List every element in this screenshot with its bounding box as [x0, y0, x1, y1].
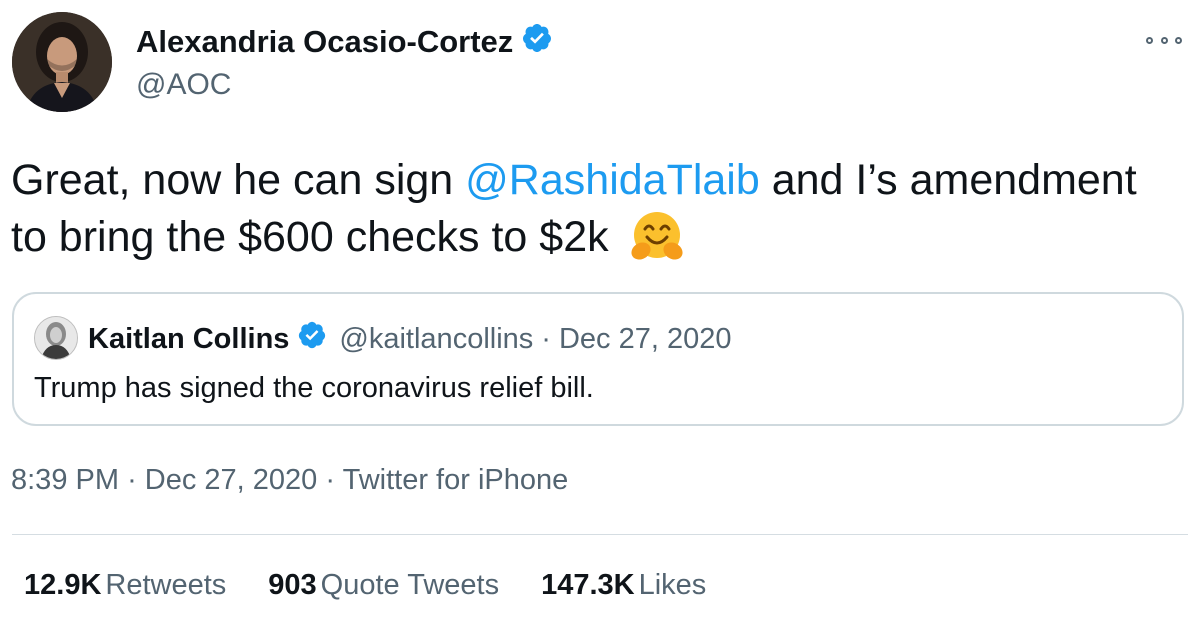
quoted-tweet-card[interactable]: Kaitlan Collins @kaitlancollins · Dec 27… — [12, 292, 1184, 426]
likes-stat[interactable]: 147.3K Likes — [541, 569, 706, 602]
more-dot — [1175, 36, 1182, 44]
engagement-stats: 12.9K Retweets 903 Quote Tweets 147.3K Like… — [24, 569, 748, 602]
author-avatar[interactable] — [12, 12, 112, 112]
more-dot — [1146, 36, 1153, 44]
retweets-label: Retweets — [105, 569, 227, 601]
quote-tweets-stat[interactable]: 903 Quote Tweets — [268, 569, 499, 602]
more-options-button[interactable] — [1146, 28, 1182, 52]
verified-badge-icon — [297, 320, 327, 358]
likes-label: Likes — [638, 569, 707, 601]
tweet-source-link[interactable]: Twitter for iPhone — [343, 464, 569, 496]
timestamp-separator: · — [127, 464, 137, 496]
tweet-text-start: Great, now he can sign — [11, 156, 466, 204]
quote-tweets-count: 903 — [268, 569, 317, 601]
quoted-tweet-text: Trump has signed the coronavirus relief … — [34, 372, 594, 404]
avatar-portrait — [12, 12, 112, 112]
source-separator: · — [325, 464, 336, 496]
quote-tweets-label: Quote Tweets — [320, 569, 500, 601]
mention-link[interactable]: @RashidaTlaib — [465, 156, 760, 204]
quoted-avatar-portrait — [35, 317, 77, 359]
tweet-timestamp: 8:39 PM · Dec 27, 2020 · Twitter for iPh… — [11, 464, 568, 497]
quoted-author-name[interactable]: Kaitlan Collins — [88, 323, 289, 356]
tweet-time[interactable]: 8:39 PM — [11, 464, 119, 496]
retweets-count: 12.9K — [24, 569, 102, 601]
author-name-text: Alexandria Ocasio-Cortez — [136, 24, 514, 59]
quoted-separator: · — [541, 322, 551, 355]
more-dot — [1160, 36, 1168, 44]
likes-count: 147.3K — [541, 569, 635, 601]
divider — [12, 534, 1188, 535]
quoted-author-handle[interactable]: @kaitlancollins — [339, 323, 533, 356]
hugging-face-emoji-icon — [627, 209, 687, 278]
quoted-tweet-header: Kaitlan Collins @kaitlancollins · Dec 27… — [88, 320, 731, 358]
retweets-stat[interactable]: 12.9K Retweets — [24, 569, 226, 602]
author-name[interactable]: Alexandria Ocasio-Cortez — [136, 22, 553, 62]
verified-badge-icon — [521, 22, 553, 62]
tweet-text: Great, now he can sign @RashidaTlaib and… — [11, 152, 1171, 278]
quoted-date[interactable]: Dec 27, 2020 — [559, 323, 732, 356]
quoted-author-avatar[interactable] — [34, 316, 78, 360]
author-handle[interactable]: @AOC — [136, 68, 231, 102]
tweet-date[interactable]: Dec 27, 2020 — [145, 464, 318, 496]
